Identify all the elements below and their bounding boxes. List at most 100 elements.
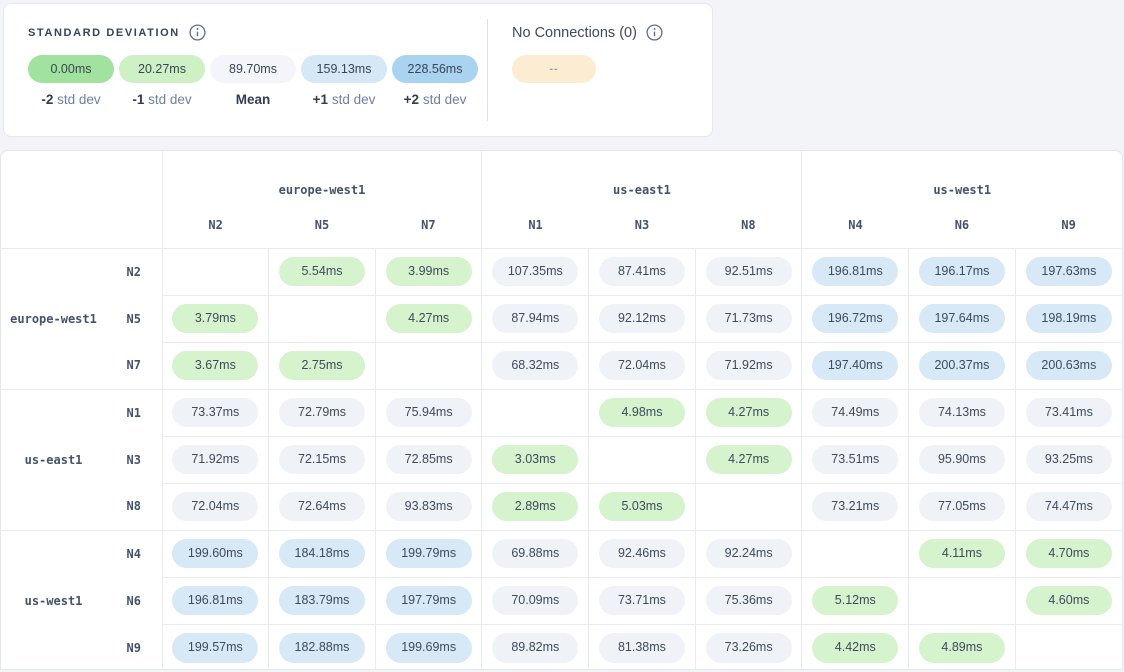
legend-stop-label-prefix: +1 [313, 92, 328, 107]
latency-pill[interactable]: 4.98ms [599, 398, 685, 428]
latency-pill[interactable]: 69.88ms [492, 539, 578, 569]
latency-pill[interactable]: 73.37ms [172, 398, 258, 428]
latency-pill[interactable]: 93.25ms [1026, 445, 1112, 475]
latency-pill[interactable]: 71.92ms [706, 351, 792, 381]
latency-pill[interactable]: 197.63ms [1026, 257, 1112, 287]
latency-pill[interactable]: 93.83ms [386, 492, 472, 522]
latency-pill[interactable]: 3.03ms [492, 445, 578, 475]
latency-cell: 72.79ms [269, 389, 376, 436]
matrix-corner [1, 151, 162, 248]
latency-pill[interactable]: 5.54ms [279, 257, 365, 287]
latency-pill[interactable]: 92.46ms [599, 539, 685, 569]
latency-pill[interactable]: 95.90ms [919, 445, 1005, 475]
latency-pill[interactable]: 77.05ms [919, 492, 1005, 522]
latency-pill[interactable]: 197.40ms [812, 351, 898, 381]
latency-pill[interactable]: 72.85ms [386, 445, 472, 475]
latency-pill[interactable]: 73.51ms [812, 445, 898, 475]
latency-pill[interactable]: 4.89ms [919, 633, 1005, 663]
latency-pill[interactable]: 198.19ms [1026, 304, 1112, 334]
latency-cell: 74.47ms [1015, 483, 1122, 530]
latency-pill[interactable]: 200.63ms [1026, 351, 1112, 381]
info-icon[interactable] [646, 24, 663, 41]
latency-pill[interactable]: 4.27ms [386, 304, 472, 334]
latency-pill[interactable]: 73.26ms [706, 633, 792, 663]
latency-pill[interactable]: 3.99ms [386, 257, 472, 287]
latency-pill[interactable]: 182.88ms [279, 633, 365, 663]
latency-pill[interactable]: 4.27ms [706, 398, 792, 428]
latency-pill[interactable]: 196.17ms [919, 257, 1005, 287]
info-icon[interactable] [189, 24, 206, 41]
latency-pill[interactable]: 92.12ms [599, 304, 685, 334]
latency-pill[interactable]: 73.21ms [812, 492, 898, 522]
latency-pill[interactable]: 72.04ms [172, 492, 258, 522]
latency-pill[interactable]: 4.42ms [812, 633, 898, 663]
latency-cell: 75.36ms [695, 577, 802, 624]
latency-pill[interactable]: 72.04ms [599, 351, 685, 381]
latency-pill[interactable]: 89.82ms [492, 633, 578, 663]
column-node-header: N5 [269, 203, 376, 248]
latency-pill[interactable]: 74.49ms [812, 398, 898, 428]
latency-pill[interactable]: 71.92ms [172, 445, 258, 475]
legend-stop-pill: 228.56ms [392, 55, 478, 83]
latency-cell: 81.38ms [589, 624, 696, 670]
self-latency-cell [269, 295, 376, 342]
latency-pill[interactable]: 199.60ms [172, 539, 258, 569]
latency-pill[interactable]: 199.57ms [172, 633, 258, 663]
latency-cell: 3.03ms [482, 436, 589, 483]
matrix-row: N9199.57ms182.88ms199.69ms89.82ms81.38ms… [1, 624, 1122, 670]
latency-pill[interactable]: 197.79ms [386, 586, 472, 616]
latency-pill[interactable]: 4.70ms [1026, 539, 1112, 569]
latency-pill[interactable]: 72.79ms [279, 398, 365, 428]
latency-pill[interactable]: 74.13ms [919, 398, 1005, 428]
column-node-header: N8 [695, 203, 802, 248]
latency-pill[interactable]: 196.72ms [812, 304, 898, 334]
latency-pill[interactable]: 197.64ms [919, 304, 1005, 334]
latency-cell: 92.51ms [695, 248, 802, 295]
latency-pill[interactable]: 2.89ms [492, 492, 578, 522]
latency-pill[interactable]: 183.79ms [279, 586, 365, 616]
latency-pill[interactable]: 3.67ms [172, 351, 258, 381]
latency-pill[interactable]: 199.79ms [386, 539, 472, 569]
latency-pill[interactable]: 107.35ms [492, 257, 578, 287]
latency-pill[interactable]: 4.60ms [1026, 586, 1112, 616]
latency-pill[interactable]: 73.71ms [599, 586, 685, 616]
latency-pill[interactable]: 75.36ms [706, 586, 792, 616]
legend-stop: 0.00ms-2 std dev [28, 55, 114, 107]
latency-pill[interactable]: 184.18ms [279, 539, 365, 569]
latency-pill[interactable]: 81.38ms [599, 633, 685, 663]
latency-pill[interactable]: 5.03ms [599, 492, 685, 522]
latency-pill[interactable]: 196.81ms [812, 257, 898, 287]
latency-pill[interactable]: 87.94ms [492, 304, 578, 334]
latency-pill[interactable]: 199.69ms [386, 633, 472, 663]
latency-pill[interactable]: 92.51ms [706, 257, 792, 287]
latency-pill[interactable]: 87.41ms [599, 257, 685, 287]
latency-cell: 73.41ms [1015, 389, 1122, 436]
latency-cell: 5.12ms [802, 577, 909, 624]
latency-pill[interactable]: 196.81ms [172, 586, 258, 616]
self-latency-cell [162, 248, 269, 295]
latency-pill[interactable]: 68.32ms [492, 351, 578, 381]
matrix-row: N371.92ms72.15ms72.85ms3.03ms4.27ms73.51… [1, 436, 1122, 483]
latency-pill[interactable]: 5.12ms [812, 586, 898, 616]
latency-pill[interactable]: 74.47ms [1026, 492, 1112, 522]
latency-pill[interactable]: 71.73ms [706, 304, 792, 334]
latency-pill[interactable]: 72.64ms [279, 492, 365, 522]
latency-pill[interactable]: 72.15ms [279, 445, 365, 475]
latency-pill[interactable]: 4.11ms [919, 539, 1005, 569]
latency-cell: 72.64ms [269, 483, 376, 530]
latency-cell: 92.24ms [695, 530, 802, 577]
matrix-row: N73.67ms2.75ms68.32ms72.04ms71.92ms197.4… [1, 342, 1122, 389]
latency-pill[interactable]: 200.37ms [919, 351, 1005, 381]
latency-pill[interactable]: 2.75ms [279, 351, 365, 381]
latency-pill[interactable]: 75.94ms [386, 398, 472, 428]
legend-stop-label-suffix: std dev [328, 92, 375, 107]
latency-pill[interactable]: 4.27ms [706, 445, 792, 475]
latency-pill[interactable]: 73.41ms [1026, 398, 1112, 428]
legend-stop-label-prefix: Mean [236, 92, 271, 107]
latency-pill[interactable]: 92.24ms [706, 539, 792, 569]
legend-stop-label-prefix: -2 [41, 92, 53, 107]
latency-pill[interactable]: 70.09ms [492, 586, 578, 616]
latency-pill[interactable]: 3.79ms [172, 304, 258, 334]
latency-cell: 3.79ms [162, 295, 269, 342]
latency-cell: 72.15ms [269, 436, 376, 483]
